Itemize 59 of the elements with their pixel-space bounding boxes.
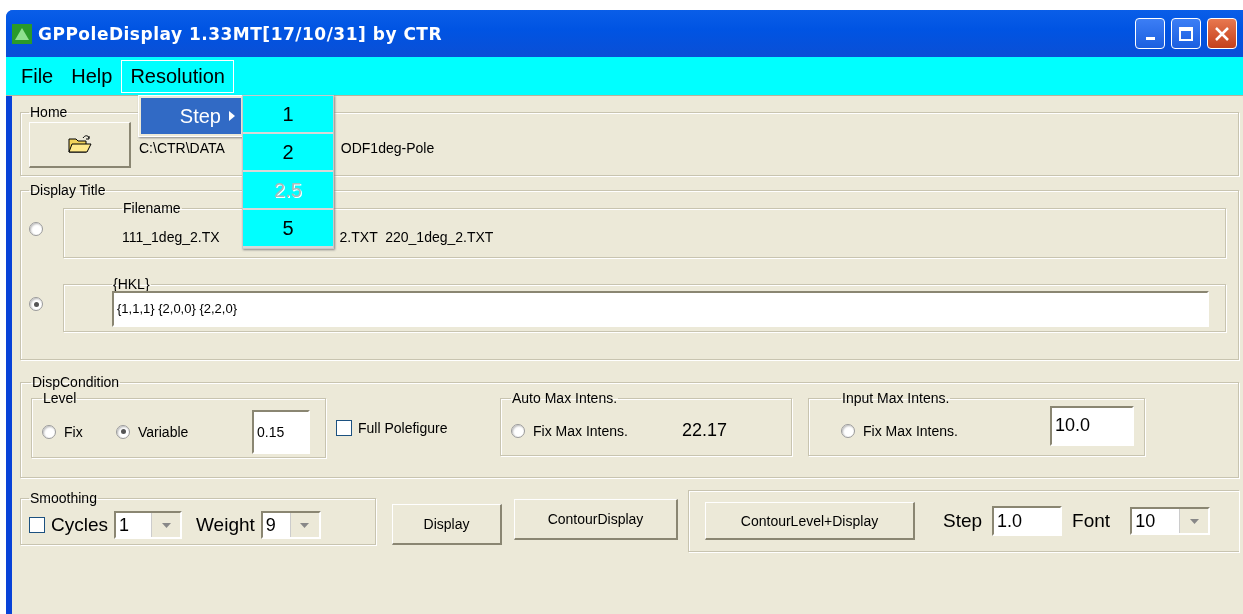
font-dropdown[interactable]: 10 — [1130, 507, 1211, 535]
group-label: Level — [42, 390, 78, 406]
weight-label: Weight — [196, 514, 255, 536]
open-folder-button[interactable] — [29, 121, 131, 168]
maximize-icon — [1179, 26, 1193, 41]
hkl-input-field[interactable]: {1,1,1} {2,0,0} {2,2,0} — [112, 290, 1209, 327]
filename-text: 111_1deg_2.TX — [122, 228, 220, 245]
app-icon — [12, 23, 32, 44]
maximize-button[interactable] — [1171, 18, 1201, 49]
contour-display-button[interactable]: ContourDisplay — [514, 499, 678, 540]
level-input-field[interactable]: 0.15 — [252, 409, 310, 454]
radio-button[interactable] — [29, 297, 43, 311]
radio-label: Fix Max Intens. — [533, 422, 628, 439]
menu-item[interactable]: Step — [141, 98, 241, 134]
group-label: Home — [29, 104, 69, 120]
close-icon — [1215, 26, 1229, 41]
radio-label: Fix — [64, 423, 83, 440]
minimize-icon — [1145, 37, 1155, 40]
close-button[interactable] — [1207, 18, 1237, 49]
checkbox-label: Full Polefigure — [358, 420, 448, 436]
radio-button[interactable] — [29, 222, 43, 236]
checkbox[interactable] — [29, 517, 45, 533]
window-title: GPPoleDisplay 1.33MT[17/10/31] by CTR — [38, 23, 444, 44]
radio-button[interactable] — [116, 424, 130, 439]
menu-item[interactable]: File — [12, 59, 63, 93]
step-input-field[interactable]: 1.0 — [992, 506, 1063, 536]
menu-item[interactable]: 5 — [243, 210, 333, 248]
display-button[interactable]: Display — [392, 504, 502, 545]
menu-item[interactable]: Help — [62, 59, 122, 93]
radio-label: Fix Max Intens. — [863, 422, 958, 439]
group-label: Input Max Intens. — [841, 390, 951, 406]
path-text: ODF1deg-Pole — [340, 139, 435, 156]
radio-button[interactable] — [841, 423, 855, 438]
max-intensity-input-field[interactable]: 10.0 — [1050, 405, 1134, 446]
max-intensity-value: 22.17 — [681, 420, 727, 441]
group-label: Auto Max Intens. — [511, 390, 619, 406]
group-label: Display Title — [29, 182, 107, 198]
font-label: Font — [1072, 510, 1111, 532]
minimize-button[interactable] — [1135, 18, 1165, 49]
folder-icon — [67, 134, 92, 154]
radio-button[interactable] — [42, 424, 56, 439]
cycles-dropdown[interactable]: 1 — [114, 511, 182, 539]
menu-item[interactable]: Resolution — [121, 59, 234, 93]
contour-level-display-button[interactable]: ContourLevel+Display — [705, 502, 915, 540]
group-label: {HKL} — [112, 276, 151, 292]
path-text: C:\CTR\DATA — [139, 139, 225, 156]
weight-dropdown[interactable]: 9 — [260, 511, 321, 539]
radio-label: Variable — [138, 423, 189, 440]
checkbox-label: Cycles — [51, 514, 108, 536]
submenu-arrow-icon — [229, 111, 235, 121]
radio-button[interactable] — [511, 423, 525, 438]
group-label: Smoothing — [29, 490, 98, 506]
group-label: Filename — [122, 200, 182, 216]
group-label: DispCondition — [31, 374, 121, 390]
checkbox[interactable] — [336, 420, 352, 436]
filename-text: 2.TXT 220_1deg_2.TXT — [339, 228, 494, 245]
menu-item[interactable]: 2 — [243, 134, 333, 172]
step-label: Step — [943, 510, 983, 532]
menu-item[interactable]: 1 — [243, 96, 333, 134]
